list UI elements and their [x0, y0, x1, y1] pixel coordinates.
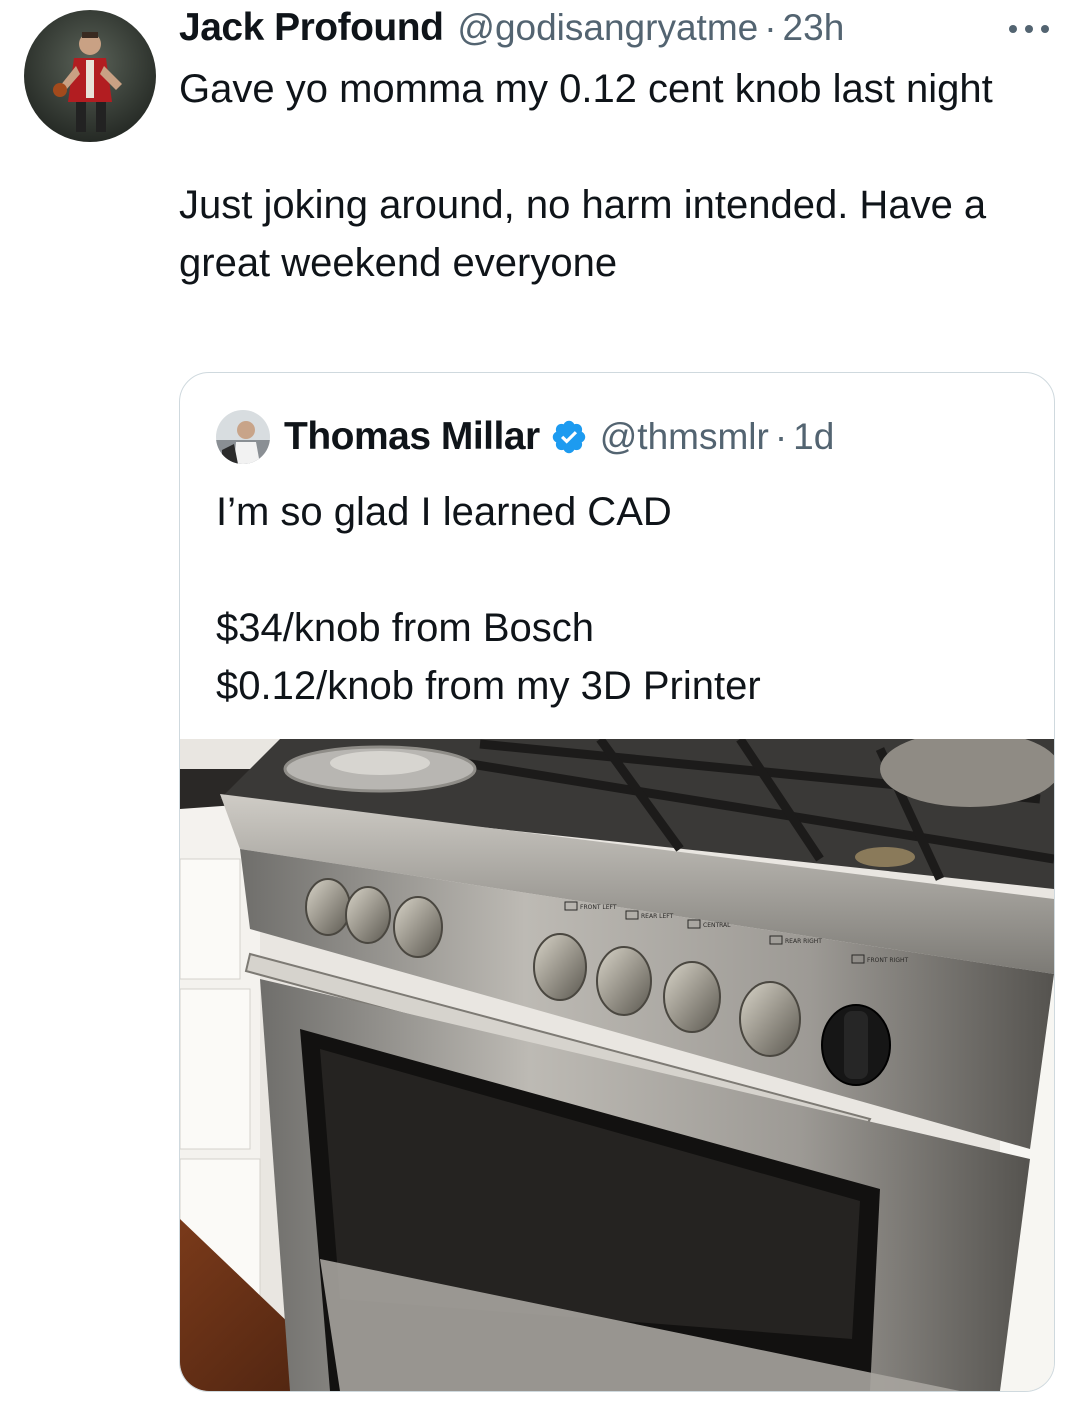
verified-badge-icon [550, 418, 588, 456]
dial-label: CENTRAL [703, 922, 731, 929]
quoted-text-line: $0.12/knob from my 3D Printer [216, 664, 761, 708]
quoted-timestamp[interactable]: 1d [793, 416, 834, 458]
tweet-timestamp[interactable]: 23h [783, 7, 845, 49]
tweet-text: Gave yo momma my 0.12 cent knob last nig… [179, 60, 1059, 292]
dial-label: REAR RIGHT [785, 938, 822, 945]
quoted-tweet-text: I’m so glad I learned CAD $34/knob from … [216, 483, 1036, 715]
separator-dot: · [764, 7, 777, 48]
quoted-tweet-header: Thomas Millar @thmsmlr · 1d [216, 409, 834, 465]
author-handle[interactable]: @godisangryatme [457, 7, 758, 49]
stove-photo[interactable]: FRONT LEFT REAR LEFT CENTRAL REAR RIGHT … [180, 731, 1054, 1391]
tweet-header: Jack Profound @godisangryatme · 23h [179, 6, 844, 56]
quoted-text-line: $34/knob from Bosch [216, 606, 594, 650]
separator-dot: · [774, 416, 788, 457]
tweet-text-line: Gave yo momma my 0.12 cent knob last nig… [179, 67, 993, 111]
tweet-text-line: Just joking around, no harm intended. Ha… [179, 183, 987, 285]
author-avatar[interactable] [24, 10, 156, 142]
author-name[interactable]: Jack Profound [179, 6, 444, 50]
tweet: Jack Profound @godisangryatme · 23h Gave… [0, 0, 1080, 1407]
quoted-text-line: I’m so glad I learned CAD [216, 490, 672, 534]
quoted-author-handle[interactable]: @thmsmlr [600, 416, 769, 458]
quoted-author-name[interactable]: Thomas Millar [284, 415, 540, 459]
quoted-tweet[interactable]: Thomas Millar @thmsmlr · 1d I’m so glad … [179, 372, 1055, 1392]
more-options-icon[interactable] [1004, 14, 1054, 44]
quoted-author-avatar[interactable] [216, 410, 270, 464]
dial-label: FRONT RIGHT [867, 957, 909, 964]
dial-label: FRONT LEFT [580, 904, 617, 911]
dial-label: REAR LEFT [641, 913, 674, 920]
